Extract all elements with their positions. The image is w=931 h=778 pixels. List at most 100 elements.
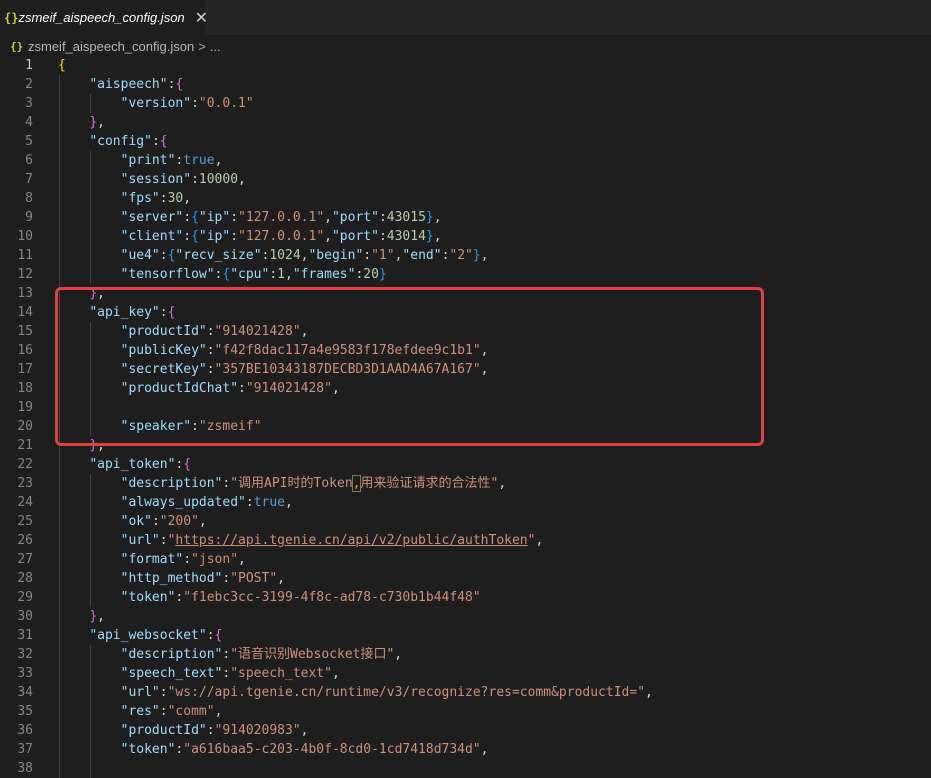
code-token: , bbox=[183, 191, 192, 206]
line-number: 21 bbox=[17, 438, 33, 453]
code-token: "res" bbox=[120, 704, 160, 719]
line-number: 24 bbox=[17, 495, 33, 510]
line-number: 25 bbox=[17, 514, 33, 529]
code-token: , bbox=[277, 571, 285, 586]
code-line[interactable]: 35 "res":"comm", bbox=[0, 702, 931, 721]
tab-title[interactable]: zsmeif_aispeech_config.json bbox=[18, 10, 184, 25]
code-line[interactable]: 24 "always_updated":true, bbox=[0, 493, 931, 512]
editor-tab[interactable]: {} zsmeif_aispeech_config.json ✕ bbox=[0, 0, 208, 35]
code-line[interactable]: 10 "client":{"ip":"127.0.0.1","port":430… bbox=[0, 227, 931, 246]
code-line[interactable]: 29 "token":"f1ebc3cc-3199-4f8c-ad78-c730… bbox=[0, 588, 931, 607]
code-token: : bbox=[378, 210, 387, 225]
code-line[interactable]: 3 "version":"0.0.1" bbox=[0, 94, 931, 113]
code-line[interactable]: 12 "tensorflow":{"cpu":1,"frames":20} bbox=[0, 265, 931, 284]
code-line[interactable]: 4 }, bbox=[0, 113, 931, 132]
code-token: "begin" bbox=[308, 248, 364, 263]
code-token: 1024 bbox=[269, 248, 301, 263]
line-number: 19 bbox=[17, 400, 33, 415]
code-text: "api_token":{ bbox=[58, 455, 191, 474]
code-line[interactable]: 27 "format":"json", bbox=[0, 550, 931, 569]
code-text: "version":"0.0.1" bbox=[58, 94, 254, 113]
code-line[interactable]: 37 "token":"a616baa5-c203-4b0f-8cd0-1cd7… bbox=[0, 740, 931, 759]
code-token: , bbox=[214, 153, 223, 168]
line-number: 36 bbox=[17, 723, 33, 738]
code-token: : bbox=[183, 552, 192, 567]
code-line[interactable]: 8 "fps":30, bbox=[0, 189, 931, 208]
code-token: "a616baa5-c203-4b0f-8cd0-1cd7418d734d" bbox=[183, 742, 481, 757]
code-token: "port" bbox=[331, 229, 379, 244]
code-token: "ip" bbox=[198, 210, 231, 225]
code-token: { bbox=[175, 77, 184, 92]
code-token: "frames" bbox=[292, 267, 356, 282]
code-line[interactable]: 9 "server":{"ip":"127.0.0.1","port":4301… bbox=[0, 208, 931, 227]
line-number: 10 bbox=[17, 229, 33, 244]
code-line[interactable]: 33 "speech_text":"speech_text", bbox=[0, 664, 931, 683]
code-line[interactable]: 31 "api_websocket":{ bbox=[0, 626, 931, 645]
code-text: "aispeech":{ bbox=[58, 75, 183, 94]
line-number: 1 bbox=[25, 58, 33, 73]
code-text: }, bbox=[58, 113, 105, 132]
code-token: "ue4" bbox=[120, 248, 160, 263]
code-line[interactable]: 23 "description":"调用API时的Token,用来验证请求的合法… bbox=[0, 474, 931, 493]
line-number: 9 bbox=[25, 210, 33, 225]
code-line[interactable]: 2 "aispeech":{ bbox=[0, 75, 931, 94]
code-line[interactable]: 34 "url":"ws://api.tgenie.cn/runtime/v3/… bbox=[0, 683, 931, 702]
code-line[interactable]: 30 }, bbox=[0, 607, 931, 626]
code-line[interactable]: 25 "ok":"200", bbox=[0, 512, 931, 531]
code-token: "127.0.0.1" bbox=[238, 210, 325, 225]
code-text: "http_method":"POST", bbox=[58, 569, 285, 588]
code-token: "0.0.1" bbox=[198, 96, 254, 111]
code-token: "productId" bbox=[120, 723, 207, 738]
chevron-right-icon: > bbox=[198, 38, 206, 54]
code-token: 1 bbox=[277, 267, 285, 282]
line-number: 18 bbox=[17, 381, 33, 396]
code-line[interactable]: 6 "print":true, bbox=[0, 151, 931, 170]
code-token: 43015 bbox=[386, 210, 426, 225]
code-token: , bbox=[394, 647, 403, 662]
code-token: : bbox=[378, 229, 387, 244]
breadcrumb-file[interactable]: zsmeif_aispeech_config.json bbox=[28, 39, 194, 54]
line-number: 31 bbox=[17, 628, 33, 643]
code-text: "description":"调用API时的Token,用来验证请求的合法性", bbox=[58, 474, 506, 493]
code-token: : bbox=[151, 514, 160, 529]
line-number: 13 bbox=[17, 286, 33, 301]
code-token: 用来验证请求的合法性" bbox=[360, 476, 499, 491]
code-token: : bbox=[206, 628, 215, 643]
line-number: 17 bbox=[17, 362, 33, 377]
indent-guide bbox=[90, 474, 91, 607]
code-line[interactable]: 28 "http_method":"POST", bbox=[0, 569, 931, 588]
code-token: , bbox=[480, 248, 489, 263]
code-token: : bbox=[191, 96, 199, 111]
code-token: "调用API时的Token bbox=[230, 476, 353, 491]
code-token: { bbox=[183, 457, 192, 472]
code-line[interactable]: 7 "session":10000, bbox=[0, 170, 931, 189]
code-token: "1" bbox=[371, 248, 395, 263]
line-number: 33 bbox=[17, 666, 33, 681]
code-text: "always_updated":true, bbox=[58, 493, 293, 512]
code-line[interactable]: 22 "api_token":{ bbox=[0, 455, 931, 474]
breadcrumb-more[interactable]: ... bbox=[210, 39, 221, 54]
code-line[interactable]: 11 "ue4":{"recv_size":1024,"begin":"1","… bbox=[0, 246, 931, 265]
code-token: "api_websocket" bbox=[89, 628, 207, 643]
code-line[interactable]: 38 bbox=[0, 759, 931, 778]
code-token: { bbox=[58, 58, 66, 73]
code-line[interactable]: 32 "description":"语音识别Websocket接口", bbox=[0, 645, 931, 664]
close-icon[interactable]: ✕ bbox=[195, 8, 208, 27]
code-token: "http_method" bbox=[120, 571, 223, 586]
code-line[interactable]: 5 "config":{ bbox=[0, 132, 931, 151]
line-number: 16 bbox=[17, 343, 33, 358]
code-line[interactable]: 1{ bbox=[0, 56, 931, 75]
line-number: 3 bbox=[25, 96, 33, 111]
code-token: , bbox=[238, 172, 246, 187]
code-token: "2" bbox=[449, 248, 473, 263]
code-token: "POST" bbox=[230, 571, 278, 586]
code-token: : bbox=[183, 210, 192, 225]
code-token: , bbox=[324, 210, 332, 225]
code-line[interactable]: 36 "productId":"914020983", bbox=[0, 721, 931, 740]
code-token: 30 bbox=[167, 191, 184, 206]
code-token: } bbox=[472, 248, 481, 263]
code-line[interactable]: 26 "url":"https://api.tgenie.cn/api/v2/p… bbox=[0, 531, 931, 550]
code-text: "url":"https://api.tgenie.cn/api/v2/publ… bbox=[58, 531, 544, 550]
